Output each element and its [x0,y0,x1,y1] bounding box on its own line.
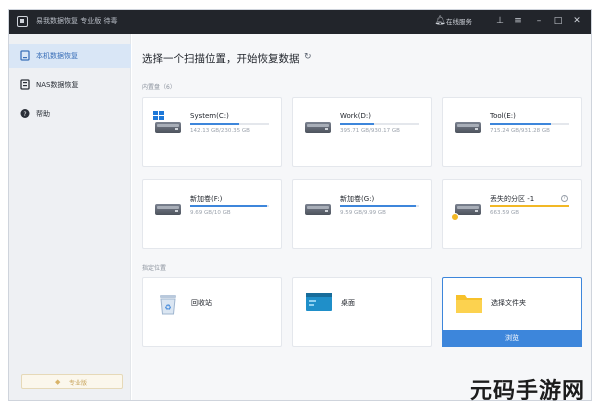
drive-size: 9.59 GB/9.99 GB [340,210,386,216]
drive-name: System(C:) [190,112,229,120]
drive-usage-bar [190,123,269,125]
drive-size: 395.71 GB/930.17 GB [340,128,400,134]
bell-icon[interactable]: 🔔︎ [434,15,446,27]
main-panel: 选择一个扫描位置，开始恢复数据 ↻ 内置盘（6） System(C:) 142.… [132,34,591,400]
drive-name: 新加卷(F:) [190,195,223,203]
location-label: 选择文件夹 [491,299,526,307]
drive-card[interactable]: System(C:) 142.13 GB/230.35 GB [142,97,282,167]
location-label: 桌面 [341,299,355,307]
drive-usage-fill [190,123,239,125]
sidebar-item-label: 本机数据恢复 [36,52,78,60]
hard-drive-icon [455,120,481,133]
drive-usage-fill [490,205,569,207]
title-bar: 易我数据恢复 专业版 待毒 🔔︎ 在线服务 ⊥ ≡ – □ ✕ [9,10,591,34]
shirt-icon[interactable]: ⊥ [494,15,506,27]
maximize-icon[interactable]: □ [552,15,564,27]
minimize-icon[interactable]: – [533,15,545,27]
svg-text:?: ? [23,111,26,118]
page-title: 选择一个扫描位置，开始恢复数据 [142,53,300,65]
drive-size: 9.69 GB/10 GB [190,210,231,216]
drive-name: 丢失的分区 -1 [490,195,535,203]
menu-icon[interactable]: ≡ [512,15,524,27]
locations-section-label: 指定位置 [142,265,167,272]
hard-drive-icon [155,120,181,133]
online-service-link[interactable]: 在线服务 [446,16,472,26]
diamond-icon: ◆ [55,378,61,386]
app-title: 易我数据恢复 专业版 待毒 [36,17,118,25]
drive-usage-bar [190,205,269,207]
drive-size: 715.24 GB/931.28 GB [490,128,550,134]
sidebar-item-help[interactable]: ? 帮助 [9,102,131,126]
drive-card[interactable]: 新加卷(F:) 9.69 GB/10 GB [142,179,282,249]
desktop-icon [306,293,332,311]
drive-card-lost-partition[interactable]: 丢失的分区 -1 ? 663.59 GB [442,179,582,249]
pro-edition-button[interactable]: ◆ 专业版 [21,374,123,389]
drive-usage-fill [340,205,416,207]
question-icon[interactable]: ? [561,195,568,202]
drive-card[interactable]: Work(D:) 395.71 GB/930.17 GB [292,97,432,167]
location-card-recycle-bin[interactable]: ♻ 回收站 [142,277,282,347]
drive-usage-fill [340,123,374,125]
watermark: 元码手游网 [470,379,586,404]
help-icon: ? [20,109,30,118]
nas-icon [20,79,30,90]
hard-drive-icon [455,202,481,215]
sidebar-item-label: 帮助 [36,110,50,118]
close-icon[interactable]: ✕ [571,15,583,27]
hard-drive-icon [305,120,331,133]
drive-name: Work(D:) [340,112,371,120]
app-window: 易我数据恢复 专业版 待毒 🔔︎ 在线服务 ⊥ ≡ – □ ✕ 本机数据恢复 N… [8,9,592,401]
drives-section-label: 内置盘（6） [142,84,176,91]
recycle-bin-icon: ♻ [160,295,176,315]
app-logo-icon [17,16,28,27]
svg-text:♻: ♻ [164,303,171,312]
pro-edition-label: 专业版 [69,380,88,387]
refresh-icon[interactable]: ↻ [304,52,312,62]
drive-usage-fill [190,205,267,207]
lost-partition-icon [451,213,459,221]
sidebar: 本机数据恢复 NAS数据恢复 ? 帮助 ◆ 专业版 [9,34,131,400]
drive-card[interactable]: Tool(E:) 715.24 GB/931.28 GB [442,97,582,167]
sidebar-item-label: NAS数据恢复 [36,81,79,89]
location-card-desktop[interactable]: 桌面 [292,277,432,347]
drive-name: 新加卷(G:) [340,195,375,203]
browse-button[interactable]: 浏览 [442,330,582,347]
drive-usage-bar [340,205,419,207]
computer-icon [20,50,30,61]
folder-icon [456,295,482,313]
location-card-select-folder[interactable]: 选择文件夹 浏览 [442,277,582,347]
location-label: 回收站 [191,299,212,307]
drive-usage-bar [490,205,569,207]
drive-usage-bar [490,123,569,125]
drive-usage-bar [340,123,419,125]
sidebar-item-local-recovery[interactable]: 本机数据恢复 [9,44,131,68]
hard-drive-icon [155,202,181,215]
drive-card[interactable]: 新加卷(G:) 9.59 GB/9.99 GB [292,179,432,249]
drive-name: Tool(E:) [490,112,516,120]
drive-size: 142.13 GB/230.35 GB [190,128,250,134]
sidebar-item-nas-recovery[interactable]: NAS数据恢复 [9,73,131,97]
drive-size: 663.59 GB [490,210,520,216]
drive-usage-fill [490,123,551,125]
hard-drive-icon [305,202,331,215]
